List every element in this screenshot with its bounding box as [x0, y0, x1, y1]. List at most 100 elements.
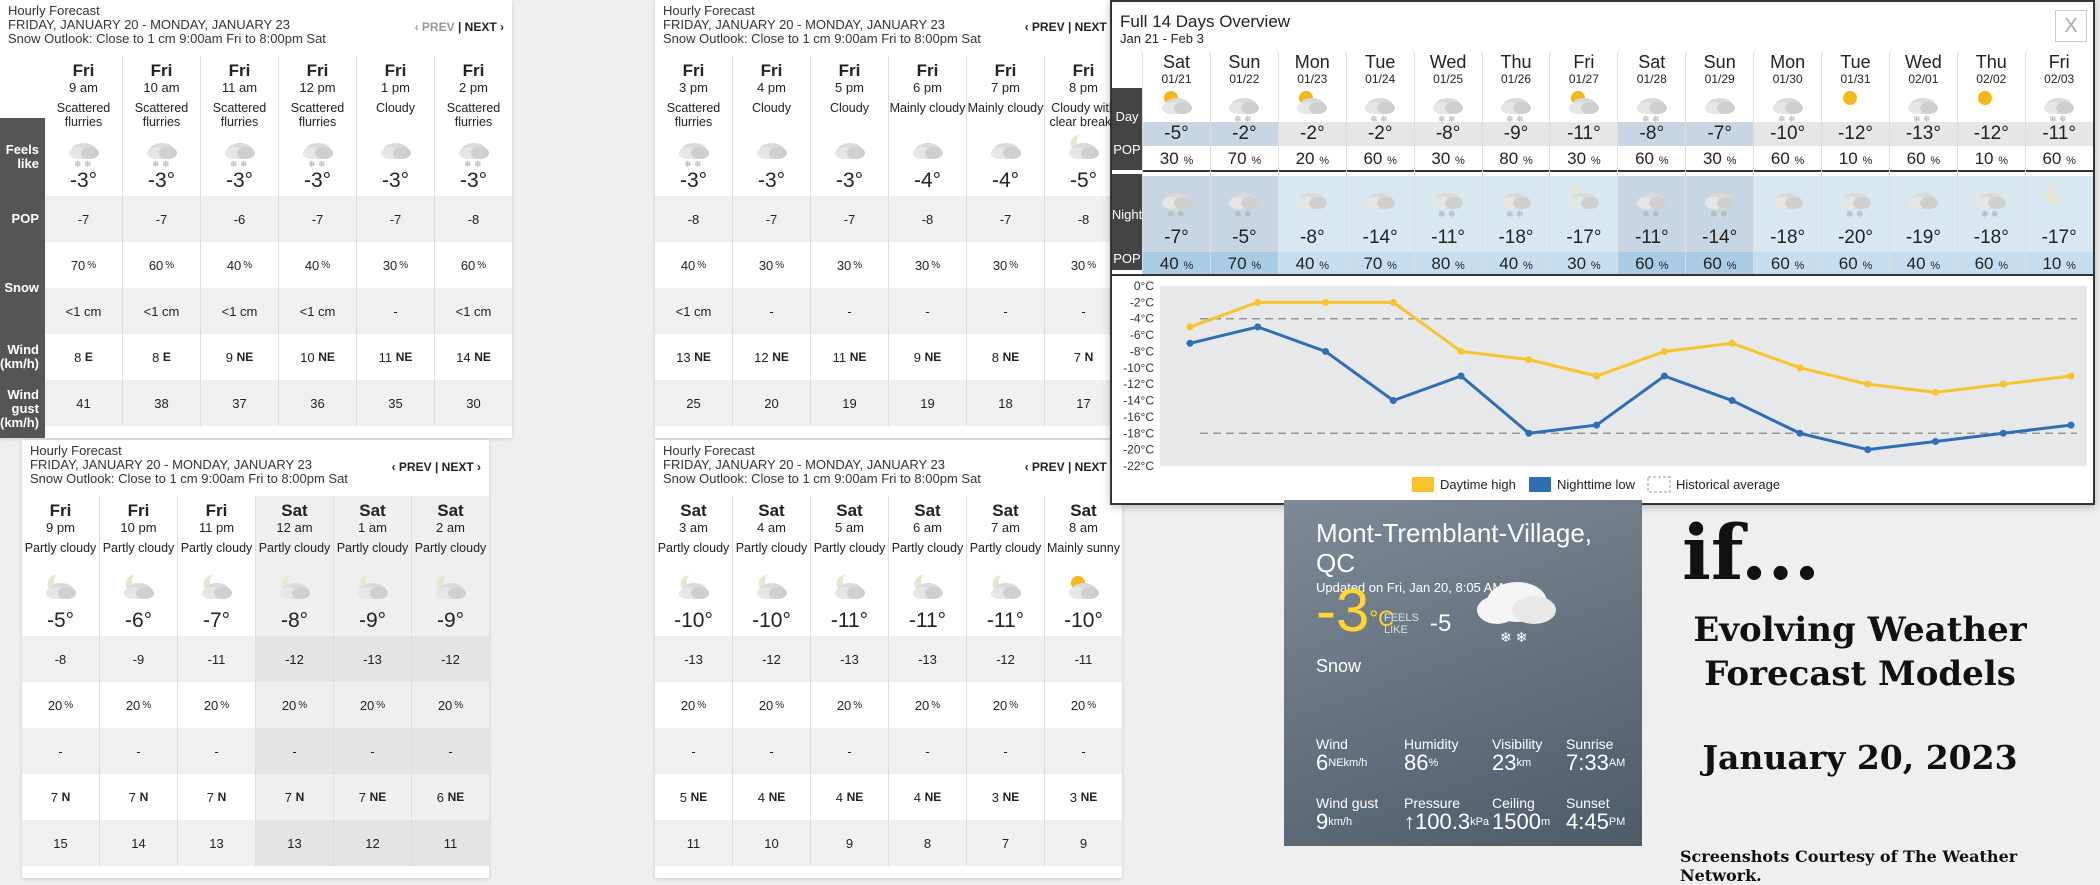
flurries-icon: ❄ ❄ — [68, 143, 99, 169]
overview-day: Wed 02/01 ❄ ❄ -13° 60 % -19° 40 % — [1888, 52, 1957, 276]
feels-value: -12 — [285, 651, 304, 667]
wind-direction: NE — [236, 350, 254, 364]
legend-label: Daytime high — [1440, 477, 1516, 492]
wind-direction: NE — [1080, 790, 1098, 804]
wind-speed: 8 — [991, 349, 999, 365]
hour-time: 12 pm — [299, 80, 336, 95]
hour-icon: ❄ ❄ — [45, 133, 122, 169]
ov-day-name: Wed — [1429, 52, 1467, 72]
svg-text:❄ ❄: ❄ ❄ — [230, 159, 248, 169]
hour-condition: Cloudy — [830, 101, 869, 115]
y-tick-label: -16°C — [1123, 410, 1154, 424]
visibility-unit: km — [1516, 757, 1532, 769]
wind-direction: NE — [690, 790, 708, 804]
ov-night-pop-value: 30 — [1567, 254, 1587, 273]
hourly-title: Hourly Forecast — [663, 443, 755, 458]
next-button[interactable]: NEXT › — [465, 20, 504, 34]
next-button[interactable]: NEXT › — [1075, 460, 1114, 474]
hour-icon — [334, 573, 411, 607]
close-button[interactable]: X — [2055, 10, 2087, 42]
wind-direction: E — [84, 350, 93, 364]
svg-text:❄ ❄: ❄ ❄ — [1506, 209, 1524, 219]
caption-date: January 20, 2023 — [1702, 738, 2018, 777]
pop-unit: % — [697, 699, 707, 711]
fourteen-day-overview: Full 14 Days Overview Jan 21 - Feb 3 X D… — [1110, 0, 2095, 505]
wind-cell: 7 N — [100, 774, 177, 820]
pop-unit: % — [1590, 155, 1601, 167]
hourly-title: Hourly Forecast — [30, 443, 122, 458]
data-point — [1864, 446, 1872, 454]
feels-like-cell: -7 — [123, 196, 200, 242]
hour-day: Fri — [150, 61, 173, 80]
feels-like-cell: -7 — [733, 196, 810, 242]
svg-text:❄ ❄: ❄ ❄ — [684, 159, 702, 169]
hour-condition: Partly cloudy — [735, 541, 808, 555]
hour-column: Sat 5 am Partly cloudy -11° -13 20% - 4 … — [811, 496, 889, 866]
pop-cell: 20% — [655, 682, 732, 728]
prev-button[interactable]: ‹ PREV — [415, 20, 455, 34]
hour-day: Sat — [680, 501, 707, 520]
flurries-icon: ❄ ❄ — [1433, 193, 1464, 219]
gust-cell: 35 — [357, 380, 434, 426]
pop-unit: % — [1455, 260, 1465, 272]
wind-cell: 4 NE — [889, 774, 966, 820]
svg-text:❄ ❄: ❄ ❄ — [1642, 209, 1660, 219]
prev-button[interactable]: ‹ PREV — [392, 460, 432, 474]
pop-unit: % — [1087, 699, 1097, 711]
snow-outlook: Snow Outlook: Close to 1 cm 9:00am Fri t… — [30, 471, 348, 486]
feels-like-cell: -12 — [412, 636, 489, 682]
hour-head: Fri 11 pm Partly cloudy -7° — [178, 496, 255, 636]
ov-day-icon — [1550, 88, 1617, 122]
svg-text:❄ ❄: ❄ ❄ — [1167, 209, 1185, 219]
pop-cell: 20% — [100, 682, 177, 728]
wind-speed: 12 — [754, 349, 769, 365]
hour-temp: -10° — [752, 609, 791, 632]
cloud-icon — [756, 143, 787, 159]
snow-value: - — [769, 303, 774, 319]
next-button[interactable]: NEXT › — [1075, 20, 1114, 34]
pop-cell: 20% — [334, 682, 411, 728]
snow-outlook: Snow Outlook: Close to 1 cm 9:00am Fri t… — [663, 31, 981, 46]
snow-cell: - — [412, 728, 489, 774]
hour-time: 6 am — [913, 520, 942, 535]
pop-value: 40 — [226, 257, 242, 273]
snow-value: <1 cm — [675, 303, 712, 319]
hour-head: Fri 1 pm Cloudy -3° — [357, 56, 434, 196]
gust-cell: 7 — [967, 820, 1044, 866]
next-button[interactable]: NEXT › — [442, 460, 481, 474]
data-point — [1389, 397, 1397, 405]
pop-unit: % — [1862, 155, 1873, 167]
pop-unit: % — [1862, 260, 1873, 272]
hour-head: Fri 4 pm Cloudy -3° — [733, 56, 810, 196]
feels-like-cell: -8 — [22, 636, 99, 682]
pop-unit: % — [165, 259, 175, 271]
ov-night-pop: 70 % — [1210, 252, 1278, 276]
pop-unit: % — [1930, 260, 1941, 272]
prev-button[interactable]: ‹ PREV — [1025, 460, 1065, 474]
pop-value: 30 — [758, 257, 774, 273]
feels-like-cell: -8 — [435, 196, 512, 242]
pop-cell: 30% — [889, 242, 966, 288]
hour-column: Fri 11 am Scattered flurries ❄ ❄ -3° -6 … — [201, 56, 279, 426]
hour-head: Fri 11 am Scattered flurries ❄ ❄ -3° — [201, 56, 278, 196]
gust-cell: 18 — [967, 380, 1044, 426]
y-tick-label: -8°C — [1130, 344, 1154, 358]
pop-cell: 40% — [279, 242, 356, 288]
gust-value: 36 — [310, 395, 325, 411]
y-tick-label: -12°C — [1123, 377, 1154, 391]
gust-value: 13 — [287, 835, 302, 851]
hour-condition: Partly cloudy — [891, 541, 964, 555]
hour-head: Fri 2 pm Scattered flurries ❄ ❄ -3° — [435, 56, 512, 196]
prev-button[interactable]: ‹ PREV — [1025, 20, 1065, 34]
hour-day: Fri — [384, 61, 407, 80]
hour-day: Sat — [914, 501, 941, 520]
night-pop-label: POP — [1112, 246, 1142, 270]
flurries-icon: ❄ ❄ — [1365, 98, 1396, 124]
hour-time: 11 am — [221, 80, 258, 95]
hour-head: Fri 6 pm Mainly cloudy -4° — [889, 56, 966, 196]
snow-value: - — [214, 743, 219, 759]
pop-unit: % — [1726, 155, 1737, 167]
pop-unit: % — [220, 699, 230, 711]
pop-cell: 20% — [256, 682, 333, 728]
ov-day-pop: 30 % — [1414, 146, 1482, 172]
